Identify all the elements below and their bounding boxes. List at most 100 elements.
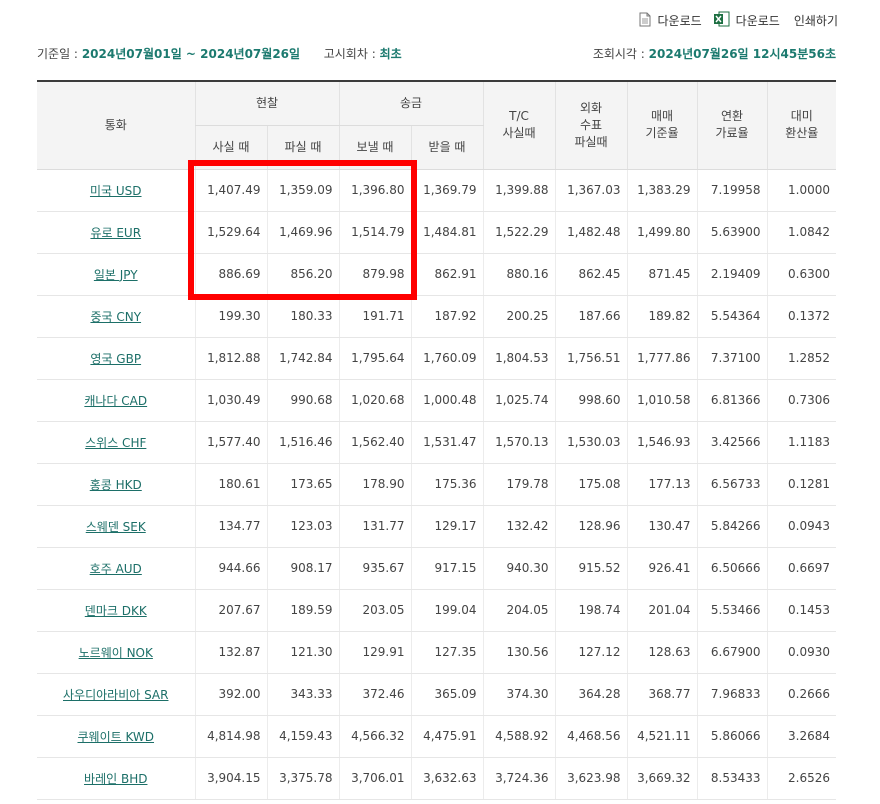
- rate-cell-usd: 2.6526: [766, 757, 836, 800]
- rate-cell-cash-sell: 4,159.43: [266, 715, 339, 758]
- table-row: 노르웨이 NOK 132.87 121.30 129.91 127.35 130.56 12…: [37, 631, 836, 674]
- rate-cell-tc: 132.42: [482, 505, 555, 548]
- rate-cell-receive: 365.09: [410, 673, 483, 716]
- rate-cell-send: 1,020.68: [338, 379, 411, 422]
- currency-cell: 덴마크 DKK: [37, 589, 195, 632]
- rate-cell-receive: 1,531.47: [410, 421, 483, 464]
- rate-cell-send: 879.98: [338, 253, 411, 296]
- rate-cell-tc: 880.16: [482, 253, 555, 296]
- rate-cell-cash-buy: 1,030.49: [194, 379, 267, 422]
- rate-cell-conv: 7.19958: [696, 169, 767, 212]
- currency-cell: 미국 USD: [37, 169, 195, 212]
- currency-cell: 캐나다 CAD: [37, 379, 195, 422]
- rate-cell-cash-sell: 180.33: [266, 295, 339, 338]
- rate-cell-cash-sell: 173.65: [266, 463, 339, 506]
- currency-link[interactable]: 미국 USD: [90, 184, 142, 198]
- rate-cell-base: 1,777.86: [626, 337, 697, 380]
- rate-cell-check: 862.45: [554, 253, 627, 296]
- rate-cell-cash-sell: 121.30: [266, 631, 339, 674]
- query-time-value: 2024년07월26일 12시45분56초: [648, 46, 836, 61]
- download-document-label: 다운로드: [657, 14, 702, 28]
- currency-link[interactable]: 사우디아라비아 SAR: [63, 688, 168, 702]
- rate-cell-receive: 187.92: [410, 295, 483, 338]
- rate-cell-tc: 1,025.74: [482, 379, 555, 422]
- rate-cell-cash-sell: 908.17: [266, 547, 339, 590]
- rate-cell-base: 368.77: [626, 673, 697, 716]
- rate-cell-check: 1,482.48: [554, 211, 627, 254]
- rate-cell-cash-buy: 199.30: [194, 295, 267, 338]
- currency-link[interactable]: 스웨덴 SEK: [86, 520, 146, 534]
- rate-cell-usd: 1.0000: [766, 169, 836, 212]
- download-excel-button[interactable]: 다운로드: [713, 11, 780, 30]
- header-cash-sell: 파실 때: [266, 125, 339, 170]
- rate-cell-cash-buy: 1,407.49: [194, 169, 267, 212]
- rate-cell-receive: 1,000.48: [410, 379, 483, 422]
- rate-cell-send: 1,562.40: [338, 421, 411, 464]
- table-row: 미국 USD 1,407.49 1,359.09 1,396.80 1,369.79 1,…: [37, 169, 836, 212]
- rate-cell-check: 128.96: [554, 505, 627, 548]
- print-button[interactable]: 인쇄하기: [794, 12, 838, 29]
- rate-cell-conv: 6.67900: [696, 631, 767, 674]
- rate-cell-base: 871.45: [626, 253, 697, 296]
- rate-cell-base: 926.41: [626, 547, 697, 590]
- currency-link[interactable]: 캐나다 CAD: [84, 394, 147, 408]
- rate-cell-check: 198.74: [554, 589, 627, 632]
- currency-link[interactable]: 노르웨이 NOK: [79, 646, 153, 660]
- rate-cell-usd: 1.2852: [766, 337, 836, 380]
- rate-cell-base: 201.04: [626, 589, 697, 632]
- rate-cell-cash-buy: 132.87: [194, 631, 267, 674]
- currency-link[interactable]: 스위스 CHF: [85, 436, 146, 450]
- rate-cell-cash-sell: 123.03: [266, 505, 339, 548]
- currency-link[interactable]: 유로 EUR: [90, 226, 141, 240]
- currency-link[interactable]: 중국 CNY: [90, 310, 141, 324]
- rate-cell-tc: 200.25: [482, 295, 555, 338]
- currency-link[interactable]: 쿠웨이트 KWD: [77, 730, 154, 744]
- rate-cell-conv: 6.56733: [696, 463, 767, 506]
- rate-cell-check: 364.28: [554, 673, 627, 716]
- rate-cell-cash-buy: 392.00: [194, 673, 267, 716]
- rate-cell-cash-sell: 1,742.84: [266, 337, 339, 380]
- rate-table-body: 미국 USD 1,407.49 1,359.09 1,396.80 1,369.79 1,…: [37, 169, 836, 800]
- rate-cell-cash-buy: 134.77: [194, 505, 267, 548]
- currency-link[interactable]: 홍콩 HKD: [90, 478, 142, 492]
- rate-cell-cash-buy: 3,904.15: [194, 757, 267, 800]
- header-fx-check-sell: 외화 수표 파실때: [554, 80, 627, 170]
- rate-cell-base: 177.13: [626, 463, 697, 506]
- currency-cell: 쿠웨이트 KWD: [37, 715, 195, 758]
- table-row: 스위스 CHF 1,577.40 1,516.46 1,562.40 1,531.47 1…: [37, 421, 836, 464]
- currency-link[interactable]: 덴마크 DKK: [85, 604, 147, 618]
- rate-cell-usd: 0.6697: [766, 547, 836, 590]
- rate-cell-usd: 0.0943: [766, 505, 836, 548]
- notice-round-value: 최초: [379, 46, 402, 61]
- rate-cell-usd: 0.0930: [766, 631, 836, 674]
- rate-cell-base: 128.63: [626, 631, 697, 674]
- download-document-button[interactable]: 다운로드: [639, 12, 702, 30]
- rate-cell-cash-sell: 189.59: [266, 589, 339, 632]
- rate-cell-send: 203.05: [338, 589, 411, 632]
- rate-cell-base: 130.47: [626, 505, 697, 548]
- rate-cell-check: 4,468.56: [554, 715, 627, 758]
- currency-link[interactable]: 영국 GBP: [90, 352, 141, 366]
- rate-cell-usd: 0.1453: [766, 589, 836, 632]
- rate-cell-tc: 1,570.13: [482, 421, 555, 464]
- rate-cell-send: 191.71: [338, 295, 411, 338]
- rate-cell-send: 131.77: [338, 505, 411, 548]
- rate-cell-receive: 1,484.81: [410, 211, 483, 254]
- rate-cell-check: 1,530.03: [554, 421, 627, 464]
- table-row: 쿠웨이트 KWD 4,814.98 4,159.43 4,566.32 4,475.91…: [37, 715, 836, 758]
- rate-cell-conv: 7.37100: [696, 337, 767, 380]
- rate-cell-conv: 3.42566: [696, 421, 767, 464]
- currency-link[interactable]: 호주 AUD: [90, 562, 142, 576]
- notice-round-label: 고시회차 :: [323, 46, 376, 61]
- rate-cell-check: 1,367.03: [554, 169, 627, 212]
- rate-cell-receive: 129.17: [410, 505, 483, 548]
- rate-cell-check: 127.12: [554, 631, 627, 674]
- rate-cell-usd: 1.1183: [766, 421, 836, 464]
- rate-cell-cash-buy: 944.66: [194, 547, 267, 590]
- rate-cell-cash-sell: 3,375.78: [266, 757, 339, 800]
- rate-cell-conv: 7.96833: [696, 673, 767, 716]
- currency-link[interactable]: 바레인 BHD: [84, 772, 147, 786]
- rate-cell-base: 4,521.11: [626, 715, 697, 758]
- currency-cell: 스위스 CHF: [37, 421, 195, 464]
- currency-link[interactable]: 일본 JPY: [94, 268, 138, 282]
